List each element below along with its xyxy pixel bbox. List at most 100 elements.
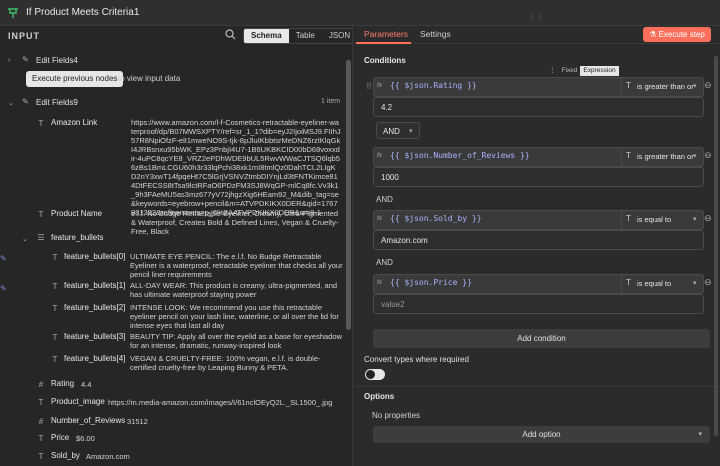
condition-4-operator[interactable]: T is equal to ▾ (621, 274, 704, 294)
toggle-expression[interactable]: Expression (580, 66, 619, 76)
input-panel: INPUT Schema Table JSON › ✎ Edit Fields4… (0, 26, 353, 466)
field-value-feature-bullets-4: VEGAN & CRUELTY-FREE: 100% vegan, e.l.f.… (130, 354, 321, 372)
string-type-icon: T (38, 452, 44, 461)
view-input-hint: to view input data (118, 74, 181, 83)
fixed-expression-toggle: ⋮ Fixed Expression (546, 66, 619, 76)
field-key-feature-bullets-1[interactable]: feature_bullets[1] (64, 281, 125, 290)
string-type-icon: T (38, 434, 44, 443)
condition-3-value-text: Amazon.com (381, 236, 428, 245)
condition-4-expression[interactable]: {{ $json.Price }} (390, 278, 472, 287)
field-value-product-name: e.l.f. No Budge Retractable Eyeliner, Cr… (131, 209, 339, 236)
field-value-amazon-link: https://www.amazon.com/l-f-Cosmetics-ret… (131, 118, 341, 217)
execute-previous-nodes-button[interactable]: Execute previous nodes (26, 71, 124, 87)
string-type-icon: T (626, 214, 631, 223)
condition-3-operator[interactable]: T is equal to ▾ (621, 210, 704, 230)
field-key-product-name[interactable]: Product Name (51, 209, 102, 218)
string-type-icon: T (38, 119, 44, 128)
field-key-rating[interactable]: Rating (51, 379, 74, 388)
array-type-icon: ☰ (37, 233, 45, 242)
chevron-down-icon[interactable]: ⌄ (22, 235, 28, 243)
condition-2-operator[interactable]: T is greater than or ▾ (621, 147, 704, 167)
field-value-feature-bullets-3: BEAUTY TIP: Apply all over the eyelid as… (130, 332, 342, 350)
condition-1-value-text: 4.2 (381, 103, 393, 112)
remove-condition-icon[interactable]: ⊖ (704, 150, 712, 161)
chevron-down-icon[interactable]: ⌄ (8, 99, 14, 107)
condition-1-operator[interactable]: T is greater than or ▾ (621, 77, 704, 97)
string-type-icon: T (52, 333, 58, 342)
condition-4-value[interactable]: value2 (373, 294, 704, 314)
parameter-tabs: Parameters Settings ⚗ Execute step (354, 26, 720, 44)
add-option-button[interactable]: Add option ▾ (373, 426, 710, 443)
field-key-feature-bullets[interactable]: feature_bullets (51, 233, 103, 242)
string-type-icon: T (52, 304, 58, 313)
convert-types-label: Convert types where required (364, 355, 469, 364)
node-edit-fields4[interactable]: Edit Fields4 (36, 56, 78, 65)
string-type-icon: T (626, 81, 631, 90)
chevron-down-icon: ▾ (693, 83, 697, 90)
pencil-icon: ✎ (22, 55, 29, 64)
condition-1-expression[interactable]: {{ $json.Rating }} (390, 81, 477, 90)
field-key-feature-bullets-3[interactable]: feature_bullets[3] (64, 332, 125, 341)
field-value-number-of-reviews: 31512 (127, 417, 148, 426)
string-type-icon: T (626, 151, 631, 160)
condition-4-operator-label: is equal to (637, 279, 672, 288)
execute-step-label: Execute step (658, 30, 705, 39)
field-value-product-image: https://m.media-amazon.com/images/I/61nc… (108, 398, 333, 407)
condition-3-expression[interactable]: {{ $json.Sold_by }} (390, 214, 482, 223)
fx-icon: fx (377, 279, 383, 286)
field-value-feature-bullets-1: ALL-DAY WEAR: This product is creamy, ul… (130, 281, 338, 299)
toggle-fixed[interactable]: Fixed (559, 66, 581, 76)
drag-handle-icon[interactable]: ⠿ (366, 82, 372, 91)
condition-1-operator-label: is greater than or (637, 82, 694, 91)
item-count: 1 item (321, 98, 341, 105)
field-key-feature-bullets-2[interactable]: feature_bullets[2] (64, 303, 125, 312)
search-icon[interactable] (225, 29, 237, 41)
input-scrollbar[interactable] (346, 60, 351, 330)
chevron-right-icon[interactable]: › (8, 57, 10, 64)
tab-parameters[interactable]: Parameters (364, 29, 408, 39)
node-edit-fields9[interactable]: Edit Fields9 (36, 98, 78, 107)
tab-json[interactable]: JSON (322, 29, 352, 43)
pencil-icon[interactable]: ✎ (0, 254, 8, 268)
title-bar: If Product Meets Criteria1 ⋮⋮ (0, 0, 720, 26)
node-title[interactable]: If Product Meets Criteria1 (26, 7, 139, 18)
field-key-product-image[interactable]: Product_image (51, 397, 105, 406)
condition-2-value[interactable]: 1000 (373, 167, 704, 187)
tab-table[interactable]: Table (289, 29, 322, 43)
toggle-knob (366, 370, 375, 379)
execute-step-button[interactable]: ⚗ Execute step (643, 27, 711, 42)
field-value-price: $6.00 (76, 434, 95, 443)
field-key-sold-by[interactable]: Sold_by (51, 451, 80, 460)
field-key-number-of-reviews[interactable]: Number_of_Reviews (51, 416, 125, 425)
condition-2-expression[interactable]: {{ $json.Number_of_Reviews }} (390, 151, 530, 160)
fx-icon: fx (377, 152, 383, 159)
convert-types-toggle[interactable] (365, 369, 385, 380)
pencil-icon[interactable]: ✎ (0, 284, 8, 298)
field-value-feature-bullets-2: INTENSE LOOK: We recommend you use this … (130, 303, 339, 330)
parameters-panel: Parameters Settings ⚗ Execute step Condi… (354, 26, 720, 466)
drag-handle-icon[interactable]: ⋮⋮ (528, 13, 544, 23)
field-key-feature-bullets-4[interactable]: feature_bullets[4] (64, 354, 125, 363)
condition-3-value[interactable]: Amazon.com (373, 230, 704, 250)
number-type-icon: # (38, 380, 44, 389)
combinator-value: AND (383, 127, 400, 136)
field-key-price[interactable]: Price (51, 433, 69, 442)
combinator-select[interactable]: AND ▾ (376, 122, 420, 139)
remove-condition-icon[interactable]: ⊖ (704, 80, 712, 91)
chevron-down-icon: ▾ (693, 153, 697, 160)
remove-condition-icon[interactable]: ⊖ (704, 213, 712, 224)
fx-icon: fx (377, 82, 383, 89)
combinator-label: AND (376, 195, 393, 204)
string-type-icon: T (38, 210, 44, 219)
view-mode-tabs: Schema Table JSON (243, 28, 352, 44)
tab-settings[interactable]: Settings (420, 29, 451, 39)
parameters-scrollbar[interactable] (714, 56, 718, 436)
string-type-icon: T (38, 398, 44, 407)
condition-1-value[interactable]: 4.2 (373, 97, 704, 117)
tab-schema[interactable]: Schema (244, 29, 289, 43)
string-type-icon: T (52, 253, 58, 262)
add-condition-button[interactable]: Add condition (373, 329, 710, 348)
field-key-amazon-link[interactable]: Amazon Link (51, 118, 97, 127)
field-key-feature-bullets-0[interactable]: feature_bullets[0] (64, 252, 125, 261)
remove-condition-icon[interactable]: ⊖ (704, 277, 712, 288)
